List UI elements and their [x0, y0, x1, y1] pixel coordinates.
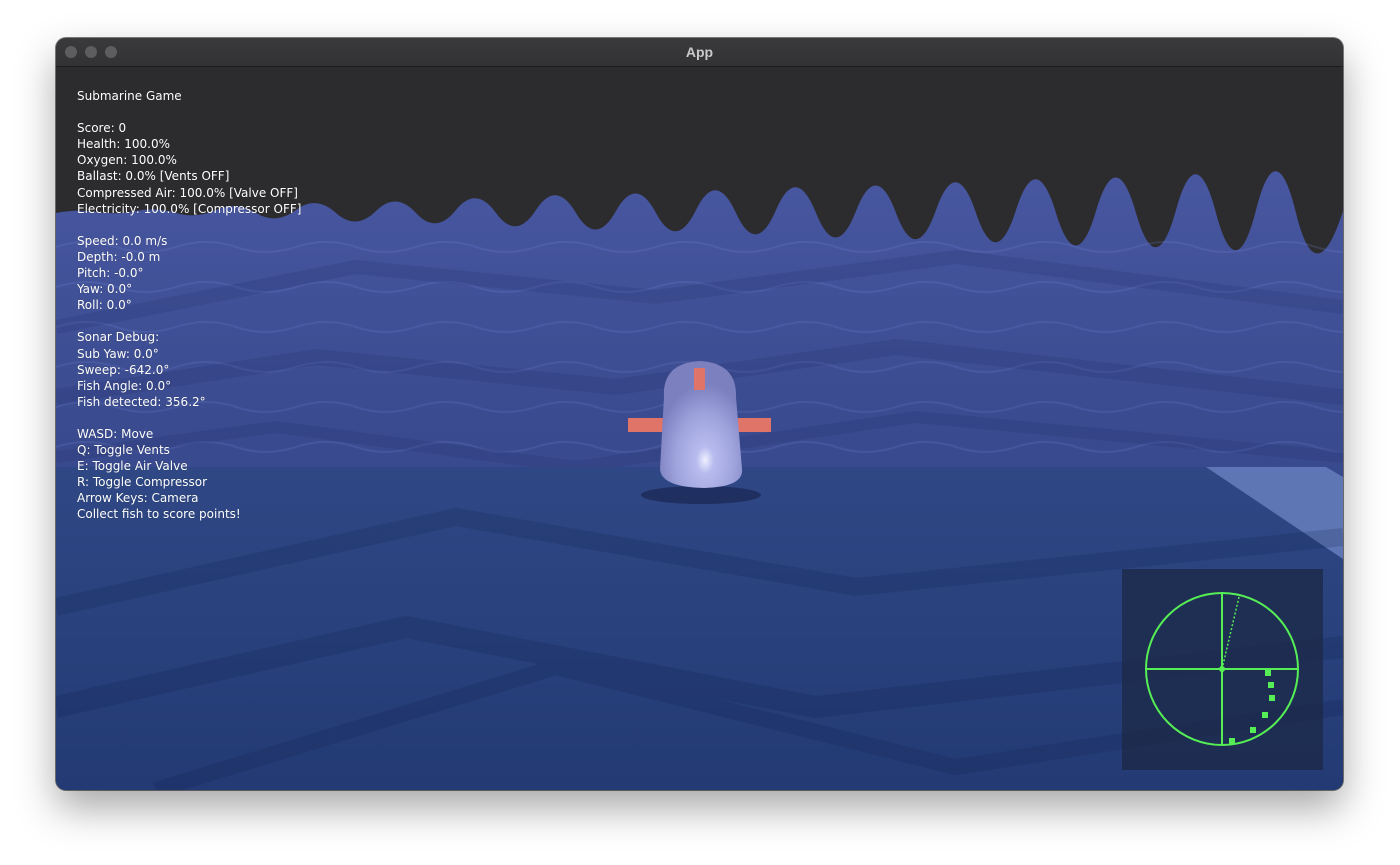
- oxygen-text: Oxygen: 100.0%: [77, 153, 177, 168]
- score-text: Score: 0: [77, 121, 127, 136]
- control-compressor: R: Toggle Compressor: [77, 475, 208, 490]
- control-air-valve: E: Toggle Air Valve: [77, 459, 188, 474]
- roll-text: Roll: 0.0°: [77, 298, 132, 313]
- sonar-debug-header: Sonar Debug:: [77, 330, 160, 345]
- health-text: Health: 100.0%: [77, 137, 171, 152]
- fish-angle-text: Fish Angle: 0.0°: [77, 378, 172, 393]
- pitch-text: Pitch: -0.0°: [77, 266, 144, 281]
- radar-contact: [1229, 738, 1235, 744]
- sonar-radar: [1122, 569, 1323, 770]
- sub-yaw-text: Sub Yaw: 0.0°: [77, 346, 159, 361]
- fish-detected-text: Fish detected: 356.2°: [77, 394, 206, 409]
- objective-text: Collect fish to score points!: [77, 507, 241, 522]
- radar-contact: [1262, 712, 1268, 718]
- radar-contact: [1250, 727, 1256, 733]
- hud-title: Submarine Game: [77, 89, 182, 103]
- speed-text: Speed: 0.0 m/s: [77, 233, 168, 248]
- control-vents: Q: Toggle Vents: [77, 443, 170, 458]
- electricity-text: Electricity: 100.0% [Compressor OFF]: [77, 201, 302, 216]
- submarine-shadow: [641, 486, 761, 504]
- ballast-text: Ballast: 0.0% [Vents OFF]: [77, 169, 230, 184]
- hud-overlay: Submarine Game Score: 0 Health: 100.0% O…: [77, 88, 301, 523]
- depth-text: Depth: -0.0 m: [77, 249, 161, 264]
- radar-sweep-line: [1221, 596, 1240, 670]
- radar-contact: [1269, 695, 1275, 701]
- control-camera: Arrow Keys: Camera: [77, 491, 199, 506]
- yaw-text: Yaw: 0.0°: [77, 282, 133, 297]
- game-viewport[interactable]: Submarine Game Score: 0 Health: 100.0% O…: [56, 67, 1343, 790]
- conning-tower: [694, 368, 705, 390]
- title-bar: App: [56, 38, 1343, 67]
- control-move: WASD: Move: [77, 426, 154, 441]
- compressed-air-text: Compressed Air: 100.0% [Valve OFF]: [77, 185, 298, 200]
- window-title: App: [685, 44, 714, 60]
- right-fin: [734, 418, 771, 432]
- radar-contact: [1268, 682, 1274, 688]
- radar-display: [1145, 592, 1299, 746]
- radar-contacts: [1229, 670, 1275, 744]
- sweep-text: Sweep: -642.0°: [77, 362, 170, 377]
- app-window: App Submarine Game Score: 0 Health: 100.…: [56, 38, 1343, 790]
- radar-center: [1219, 666, 1225, 672]
- radar-contact: [1265, 670, 1271, 676]
